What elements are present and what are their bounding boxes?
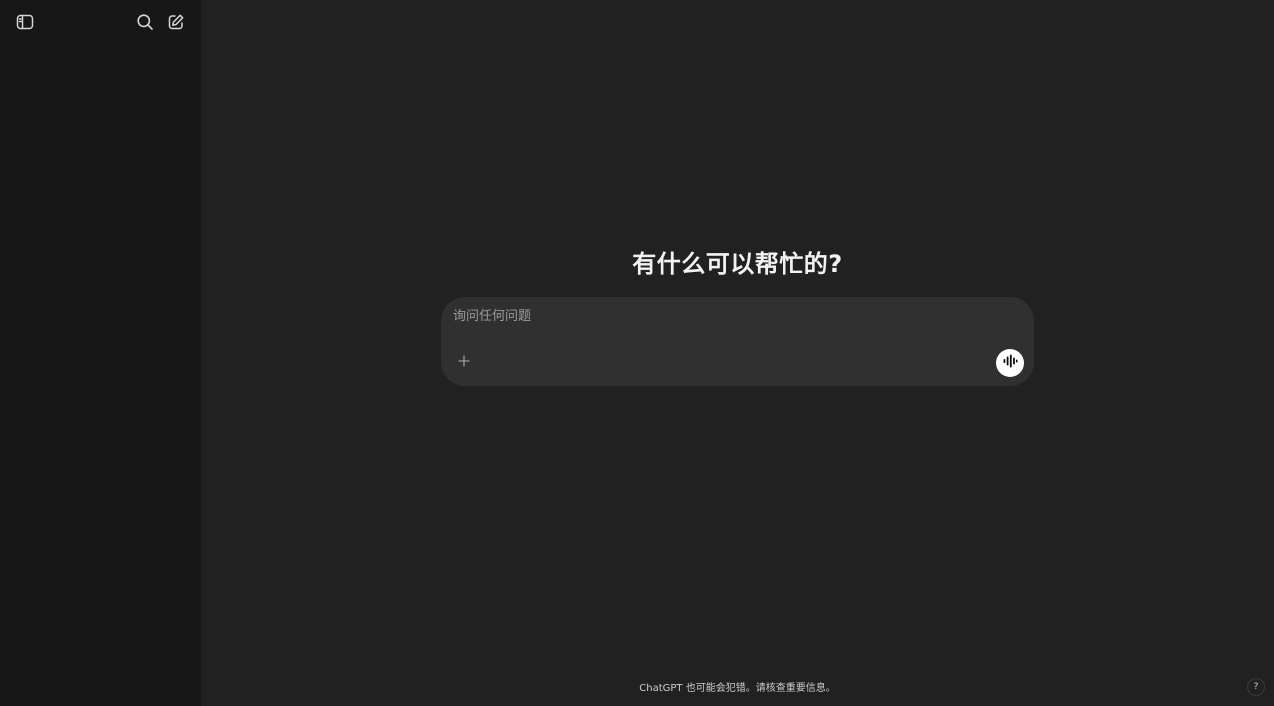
app-window: 有什么可以帮忙的? 询问任何问题 ChatGPT 也可能会犯错。请核查重要信息。… (0, 0, 1274, 706)
help-button[interactable]: ? (1247, 678, 1265, 696)
page-title: 有什么可以帮忙的? (632, 250, 843, 278)
voice-waveform-icon (1002, 353, 1018, 373)
composer (441, 297, 1034, 386)
prompt-input[interactable] (453, 305, 973, 327)
voice-mode-button[interactable] (996, 349, 1024, 377)
search-button[interactable] (133, 10, 157, 34)
plus-icon (457, 353, 471, 372)
main-area: 有什么可以帮忙的? 询问任何问题 ChatGPT 也可能会犯错。请核查重要信息。… (201, 0, 1274, 706)
edit-icon (167, 13, 185, 31)
sidebar-toggle-icon (16, 13, 34, 31)
attach-button[interactable] (452, 350, 476, 374)
sidebar-toggle-button[interactable] (13, 10, 37, 34)
new-chat-button[interactable] (164, 10, 188, 34)
search-icon (136, 13, 154, 31)
disclaimer-text: ChatGPT 也可能会犯错。请核查重要信息。 (639, 683, 836, 694)
sidebar (0, 0, 201, 706)
